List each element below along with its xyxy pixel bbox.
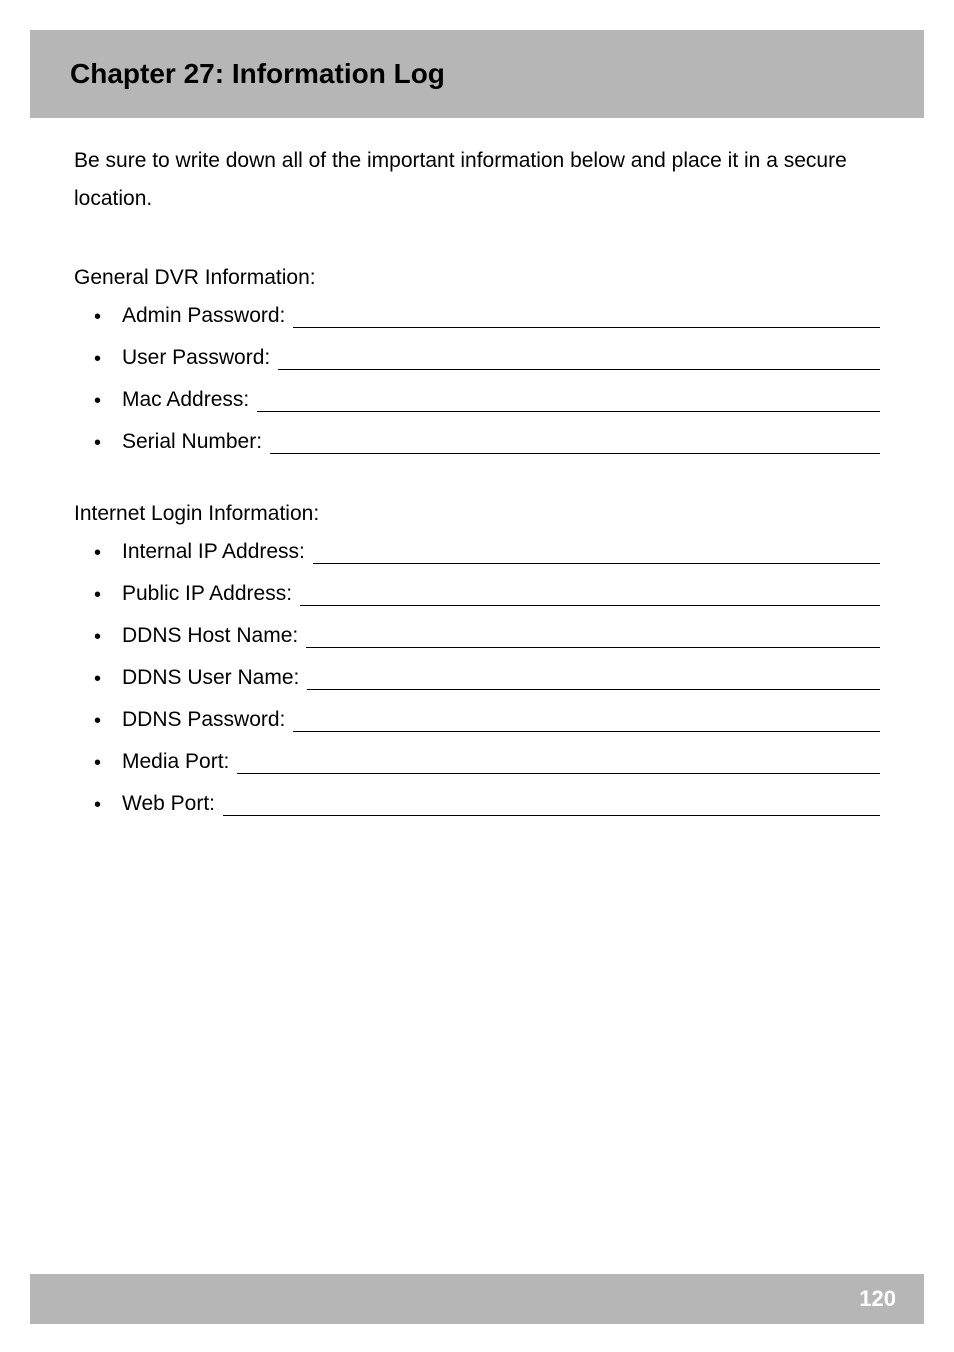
page-number: 120	[859, 1286, 896, 1312]
field-label-ddns-user: DDNS User Name:	[122, 666, 307, 690]
field-item: Web Port:	[122, 792, 880, 816]
field-line	[313, 542, 880, 564]
field-line	[278, 348, 880, 370]
field-item: Internal IP Address:	[122, 540, 880, 564]
chapter-title: Chapter 27: Information Log	[70, 58, 904, 90]
field-line	[293, 710, 880, 732]
field-line	[237, 752, 880, 774]
field-label-admin-password: Admin Password:	[122, 304, 293, 328]
field-line	[300, 584, 880, 606]
field-item: DDNS User Name:	[122, 666, 880, 690]
field-item: DDNS Host Name:	[122, 624, 880, 648]
field-line	[223, 794, 880, 816]
section-title-general: General DVR Information:	[74, 266, 880, 290]
page-wrapper: Chapter 27: Information Log Be sure to w…	[0, 0, 954, 816]
field-item: Admin Password:	[122, 304, 880, 328]
section-internet: Internet Login Information: Internal IP …	[74, 502, 880, 816]
field-label-mac-address: Mac Address:	[122, 388, 257, 412]
field-label-ddns-password: DDNS Password:	[122, 708, 293, 732]
field-line	[293, 306, 880, 328]
field-item: User Password:	[122, 346, 880, 370]
chapter-header: Chapter 27: Information Log	[30, 30, 924, 118]
field-line	[306, 626, 880, 648]
field-item: Public IP Address:	[122, 582, 880, 606]
field-list-general: Admin Password: User Password: Mac Addre…	[74, 304, 880, 454]
field-item: Serial Number:	[122, 430, 880, 454]
field-label-serial-number: Serial Number:	[122, 430, 270, 454]
section-general: General DVR Information: Admin Password:…	[74, 266, 880, 454]
field-line	[270, 432, 880, 454]
field-label-web-port: Web Port:	[122, 792, 223, 816]
field-line	[257, 390, 880, 412]
field-label-ddns-host: DDNS Host Name:	[122, 624, 306, 648]
field-list-internet: Internal IP Address: Public IP Address: …	[74, 540, 880, 816]
field-label-user-password: User Password:	[122, 346, 278, 370]
field-item: DDNS Password:	[122, 708, 880, 732]
field-item: Media Port:	[122, 750, 880, 774]
intro-text: Be sure to write down all of the importa…	[74, 142, 880, 218]
content-area: Be sure to write down all of the importa…	[30, 142, 924, 816]
field-label-media-port: Media Port:	[122, 750, 237, 774]
page-footer: 120	[30, 1274, 924, 1324]
section-title-internet: Internet Login Information:	[74, 502, 880, 526]
field-item: Mac Address:	[122, 388, 880, 412]
field-line	[307, 668, 880, 690]
field-label-internal-ip: Internal IP Address:	[122, 540, 313, 564]
field-label-public-ip: Public IP Address:	[122, 582, 300, 606]
